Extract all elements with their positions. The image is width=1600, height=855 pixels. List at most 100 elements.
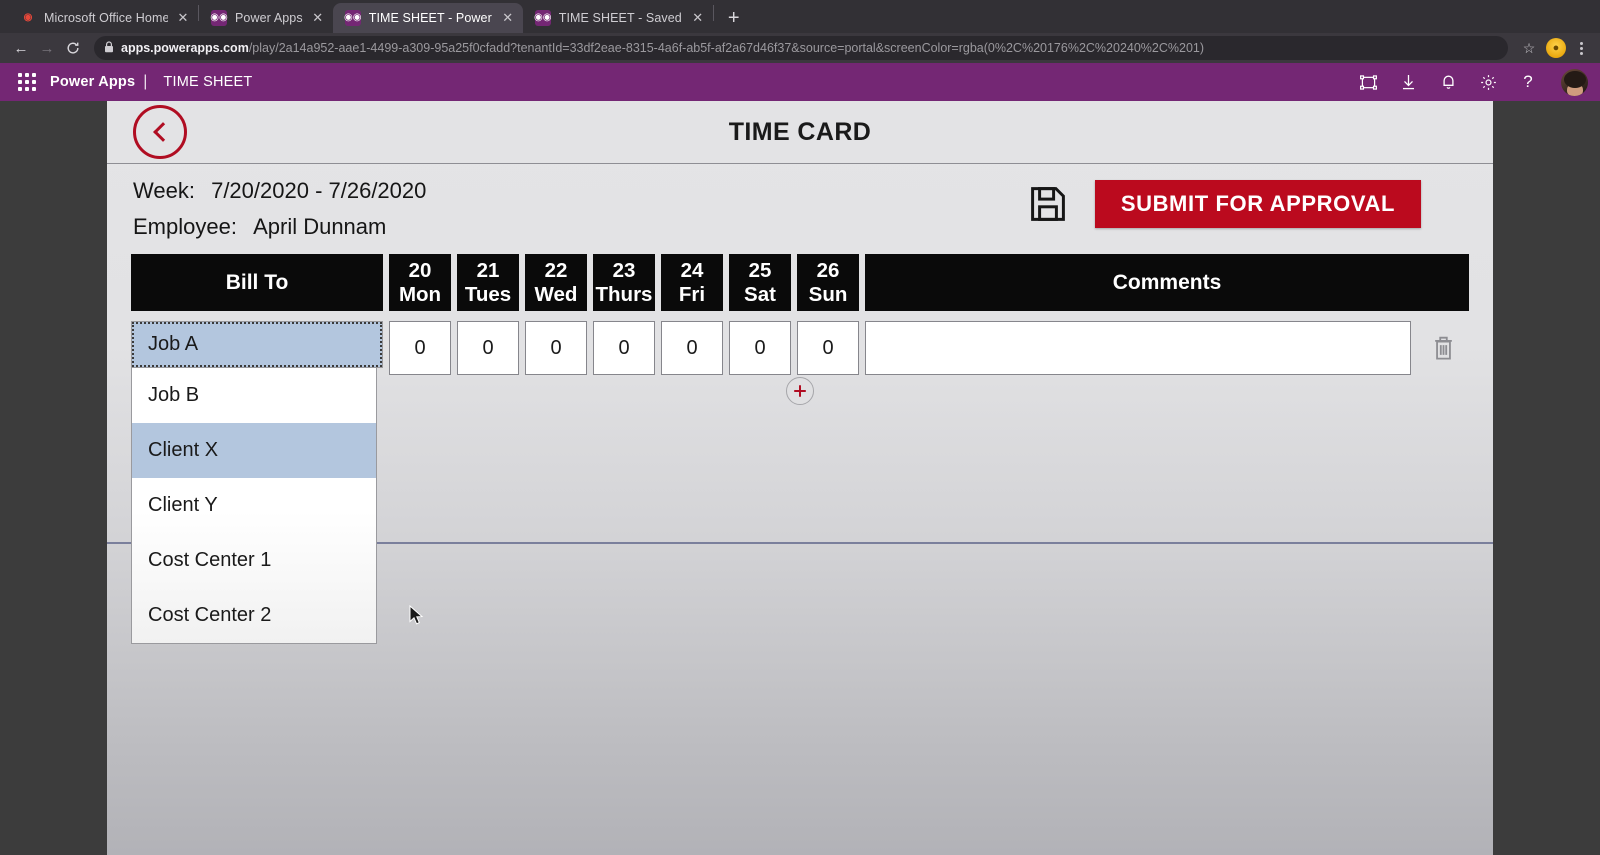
close-icon[interactable]: ✕: [309, 9, 327, 27]
header-date: 24: [680, 259, 704, 283]
address-bar[interactable]: apps.powerapps.com/play/2a14a952-aae1-44…: [94, 36, 1508, 60]
app-titlebar: TIME CARD: [107, 101, 1493, 164]
browser-toolbar: ← → apps.powerapps.com/play/2a14a952-aae…: [0, 33, 1600, 63]
dropdown-option-cost-center-2[interactable]: Cost Center 2: [132, 588, 376, 643]
comments-input[interactable]: [865, 321, 1411, 375]
powerapps-header: Power Apps | TIME SHEET ?: [0, 63, 1600, 101]
dropdown-options-list: Job B Client X Client Y Cost Center 1 Co…: [131, 368, 377, 644]
column-header-bill-to: Bill To: [131, 254, 383, 311]
powerapps-icon: ◉◉: [534, 10, 551, 26]
browser-tab-3-active[interactable]: ◉◉ TIME SHEET - Power Apps ✕: [332, 3, 523, 33]
browser-tab-1[interactable]: ◉ Microsoft Office Home ✕: [8, 3, 198, 33]
save-floppy-icon[interactable]: [1027, 183, 1069, 225]
column-header-comments: Comments: [865, 254, 1469, 311]
close-icon[interactable]: ✕: [499, 9, 517, 27]
back-icon[interactable]: ←: [8, 35, 34, 61]
employee-value: April Dunnam: [253, 214, 387, 239]
week-label: Week:: [133, 178, 195, 203]
powerapps-header-actions: ?: [1357, 68, 1588, 96]
header-weekday: Tues: [464, 282, 512, 306]
table-row: Job A Job B Client X Client Y Cost Cente…: [107, 321, 1493, 644]
dropdown-option-client-x[interactable]: Client X: [132, 423, 376, 478]
chrome-profile-avatar[interactable]: ●: [1546, 38, 1566, 58]
office-icon: ◉: [23, 12, 33, 23]
dropdown-selected-value[interactable]: Job A: [131, 321, 383, 368]
column-header-day-sun: 26 Sun: [797, 254, 859, 311]
timecard-actions: SUBMIT FOR APPROVAL: [1027, 180, 1421, 228]
forward-icon[interactable]: →: [34, 35, 60, 61]
close-icon[interactable]: ✕: [689, 9, 707, 27]
powerapps-icon: ◉◉: [210, 10, 228, 26]
header-weekday: Sat: [744, 282, 776, 306]
tab-title: TIME SHEET - Saved (Unpublis: [558, 11, 683, 25]
add-row-button[interactable]: [786, 377, 814, 405]
header-weekday: Sun: [808, 282, 848, 306]
hours-input-tues[interactable]: 0: [457, 321, 519, 375]
help-icon[interactable]: ?: [1517, 71, 1539, 93]
bill-to-dropdown[interactable]: Job A Job B Client X Client Y Cost Cente…: [131, 321, 383, 644]
hours-input-wed[interactable]: 0: [525, 321, 587, 375]
header-weekday: Thurs: [595, 282, 653, 306]
tab-title: Microsoft Office Home: [44, 11, 168, 25]
url-text: apps.powerapps.com/play/2a14a952-aae1-44…: [121, 41, 1204, 55]
powerapps-icon: ◉◉: [344, 10, 361, 26]
header-label: Bill To: [225, 270, 289, 294]
delete-row-button[interactable]: [1417, 321, 1469, 375]
browser-tab-2[interactable]: ◉◉ Power Apps ✕: [199, 3, 333, 33]
dropdown-option-cost-center-1[interactable]: Cost Center 1: [132, 533, 376, 588]
kebab-menu-icon[interactable]: [1570, 41, 1592, 55]
header-label: Comments: [1112, 270, 1222, 294]
reload-icon[interactable]: [60, 35, 86, 61]
browser-window: ◉ Microsoft Office Home ✕ ◉◉ Power Apps …: [0, 0, 1600, 855]
header-date: 23: [612, 259, 636, 283]
notifications-icon[interactable]: [1437, 71, 1459, 93]
mouse-cursor: [409, 605, 424, 625]
dropdown-option-job-b[interactable]: Job B: [132, 368, 376, 423]
header-date: 20: [408, 259, 432, 283]
column-header-day-sat: 25 Sat: [729, 254, 791, 311]
browser-tab-4[interactable]: ◉◉ TIME SHEET - Saved (Unpublis ✕: [523, 3, 713, 33]
timesheet-table-header: Bill To 20 Mon 21 Tues 22 Wed 23 Thurs 2…: [107, 254, 1493, 311]
close-icon[interactable]: ✕: [174, 9, 192, 27]
column-header-day-wed: 22 Wed: [525, 254, 587, 311]
submit-for-approval-button[interactable]: SUBMIT FOR APPROVAL: [1094, 180, 1421, 228]
new-tab-button[interactable]: +: [720, 4, 748, 32]
browser-tabstrip: ◉ Microsoft Office Home ✕ ◉◉ Power Apps …: [0, 0, 1600, 33]
header-date: 25: [748, 259, 772, 283]
tab-title: Power Apps: [235, 11, 303, 25]
header-weekday: Mon: [398, 282, 442, 306]
timecard-meta: Week: 7/20/2020 - 7/26/2020 Employee: Ap…: [107, 164, 1493, 240]
powerapps-brand[interactable]: Power Apps: [50, 74, 135, 90]
fullscreen-icon[interactable]: [1357, 71, 1379, 93]
tab-title: TIME SHEET - Power Apps: [368, 11, 493, 25]
page-title: TIME CARD: [728, 117, 872, 146]
week-value: 7/20/2020 - 7/26/2020: [211, 178, 427, 203]
app-launcher-icon[interactable]: [12, 73, 42, 91]
hours-input-sat[interactable]: 0: [729, 321, 791, 375]
settings-icon[interactable]: [1477, 71, 1499, 93]
app-canvas-area: TIME CARD Week: 7/20/2020 - 7/26/2020 Em…: [0, 101, 1600, 855]
header-date: 26: [816, 259, 840, 283]
column-header-day-tues: 21 Tues: [457, 254, 519, 311]
url-domain: apps.powerapps.com: [121, 41, 249, 55]
employee-label: Employee:: [133, 214, 237, 239]
hours-input-mon[interactable]: 0: [389, 321, 451, 375]
download-icon[interactable]: [1397, 71, 1419, 93]
header-date: 21: [476, 259, 500, 283]
tab-divider: [712, 5, 714, 21]
header-separator: |: [143, 73, 148, 90]
column-header-day-thurs: 23 Thurs: [593, 254, 655, 311]
avatar[interactable]: [1561, 68, 1588, 96]
header-date: 22: [544, 259, 568, 283]
powerapps-app-name: TIME SHEET: [163, 74, 253, 90]
column-header-day-fri: 24 Fri: [661, 254, 723, 311]
hours-input-sun[interactable]: 0: [797, 321, 859, 375]
hours-input-thurs[interactable]: 0: [593, 321, 655, 375]
url-path: /play/2a14a952-aae1-4499-a309-95a25f0cfa…: [248, 41, 1205, 55]
header-weekday: Fri: [678, 282, 706, 306]
timesheet-app: TIME CARD Week: 7/20/2020 - 7/26/2020 Em…: [107, 101, 1493, 855]
bookmark-star-icon[interactable]: ☆: [1516, 35, 1542, 61]
hours-input-fri[interactable]: 0: [661, 321, 723, 375]
lock-icon: [104, 40, 114, 56]
dropdown-option-client-y[interactable]: Client Y: [132, 478, 376, 533]
